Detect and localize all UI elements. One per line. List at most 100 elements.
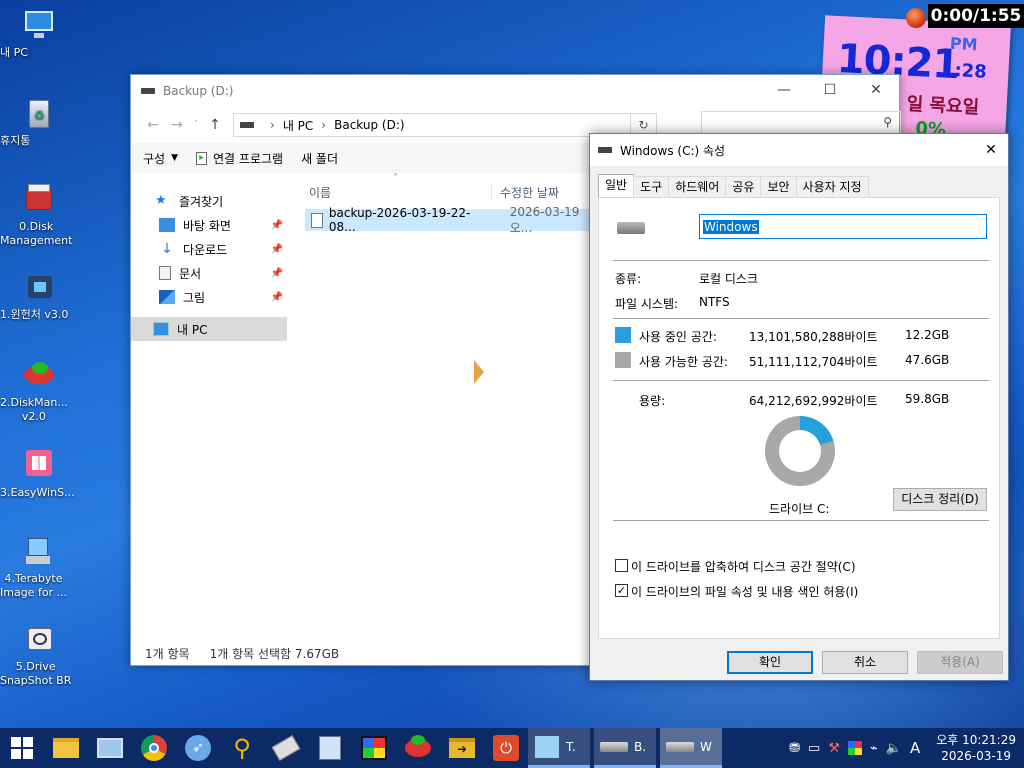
rocket-icon: ➶ [185,735,211,761]
divider [613,380,989,381]
compress-checkbox-label[interactable]: 이 드라이브를 압축하여 디스크 공간 절약(C) [631,558,856,575]
back-arrow-icon[interactable]: ← [141,117,165,133]
tab-tools[interactable]: 도구 [633,176,670,197]
compress-checkbox[interactable] [615,559,628,572]
column-header-date[interactable]: 수정한 날짜 [491,183,559,201]
taskbar-chrome[interactable] [132,728,176,768]
desktop-icon-drive-snapshot[interactable]: 5.Drive SnapShot BR [0,622,78,687]
pin-icon[interactable]: 📌 [271,220,283,231]
nav-item-pictures[interactable]: 그림 📌 [131,285,287,309]
dialog-titlebar[interactable]: Windows (C:) 속성 [590,134,1008,166]
breadcrumb-backup[interactable]: Backup (D:) [334,118,404,132]
open-with-button[interactable]: ▸ 연결 프로그램 [196,150,283,167]
drive-properties-dialog[interactable]: Windows (C:) 속성 ✕ 일반 도구 하드웨어 공유 보안 사용자 지… [589,133,1009,681]
taskbar-system-tool[interactable] [88,728,132,768]
desktop-icon-winhuncher[interactable]: 1.윈헌처 v3.0 [0,270,78,321]
minimize-button[interactable]: — [761,75,807,105]
desktop-icon-recycle-bin[interactable]: ♻ 휴지통 [0,96,78,147]
nav-item-desktop[interactable]: 바탕 화면 📌 [131,213,287,237]
breadcrumb-separator-icon: › [321,118,327,132]
tab-sharing[interactable]: 공유 [725,176,762,197]
taskbar-power[interactable]: ⏻ [484,728,528,768]
display-icon[interactable]: ▭ [808,741,820,756]
chevron-down-icon[interactable]: ˅ [189,120,203,130]
windows-logo-icon [22,448,56,482]
taskbar-search-tool[interactable]: ⚲ [220,728,264,768]
desktop-icon-easywins[interactable]: 3.EasyWinS... [0,448,78,499]
network-share-icon[interactable]: ⛃ [789,741,800,756]
paint-tray-icon[interactable] [847,741,862,755]
nav-quick-access[interactable]: ★ 즐겨찾기 [131,189,287,213]
explorer-titlebar[interactable]: Backup (D:) — ☐ ✕ [131,75,899,107]
breadcrumb-separator-icon: › [270,118,275,132]
clock-day: 일 목요일 [906,93,980,119]
tab-general[interactable]: 일반 [598,174,635,197]
volume-name-input[interactable]: Windows [699,214,987,239]
organize-label: 구성 [143,151,166,166]
nav-label: 바탕 화면 [183,218,231,233]
new-folder-button[interactable]: 새 폴더 [301,150,338,167]
tab-security[interactable]: 보안 [760,176,797,197]
nav-item-this-pc[interactable]: 내 PC [131,317,287,341]
clock-seconds: :28 [953,60,988,83]
forward-arrow-icon[interactable]: → [165,117,189,133]
apply-button[interactable]: 적용(A) [917,651,1003,674]
pin-icon[interactable]: 📌 [271,244,283,255]
taskbar-file-explorer[interactable] [44,728,88,768]
pin-icon[interactable]: 📌 [271,292,283,303]
taskbar-disk-tool[interactable] [264,728,308,768]
pin-icon[interactable]: 📌 [271,268,283,279]
window-title: Backup (D:) [163,84,234,98]
chrome-icon [141,735,167,761]
start-button[interactable] [0,728,44,768]
index-checkbox-label[interactable]: 이 드라이브의 파일 속성 및 내용 색인 허용(I) [631,583,858,600]
task-label: W [700,739,712,754]
capacity-label: 용량: [639,394,666,408]
taskbar-clock[interactable]: 오후 10:21:29 2026-03-19 [936,732,1016,764]
snapshot-icon [22,622,56,656]
file-row[interactable]: backup-2026-03-19-22-08... 2026-03-19 오.… [305,205,605,235]
taskbar-diskmanager[interactable] [396,728,440,768]
desktop-icon-disk-management[interactable]: 0.Disk Management [0,182,78,247]
maximize-button[interactable]: ☐ [807,75,853,105]
chevron-down-icon: ▼ [171,153,179,163]
taskbar-paint[interactable] [352,728,396,768]
close-button[interactable]: ✕ [853,75,899,105]
desktop-icon-this-pc[interactable]: 내 PC [0,8,78,59]
drive-icon [598,147,612,153]
tab-hardware[interactable]: 하드웨어 [668,176,727,197]
task-label: B. [634,739,647,754]
disk-cleanup-button[interactable]: 디스크 정리(D) [893,488,987,511]
taskbar-notepad[interactable] [308,728,352,768]
search-input[interactable]: ⚲ [701,111,901,135]
drive-task-icon [666,741,694,752]
desktop-icon-diskman[interactable]: 2.DiskMan... v2.0 [0,358,78,423]
breadcrumb-this-pc[interactable]: 내 PC [283,117,313,134]
cancel-button[interactable]: 취소 [822,651,908,674]
download-icon: ↓ [161,241,173,257]
taskbar-task-backup[interactable]: B. [594,728,656,768]
organize-button[interactable]: 구성 ▼ [143,150,178,167]
ok-button[interactable]: 확인 [727,651,813,674]
desktop-icon-label: 2.DiskMan... v2.0 [0,396,68,423]
desktop-icon-terabyte[interactable]: 4.Terabyte Image for ... [0,534,78,599]
taskbar-folder-arrow[interactable]: ➜ [440,728,484,768]
nav-item-documents[interactable]: 문서 📌 [131,261,287,285]
column-header-name[interactable]: 이름 [301,184,491,201]
close-button[interactable]: ✕ [974,134,1008,166]
item-count: 1개 항목 [145,646,190,661]
navigation-pane[interactable]: ★ 즐겨찾기 바탕 화면 📌 ↓ 다운로드 📌 문서 📌 그림 📌 내 PC [131,179,287,641]
volume-icon[interactable]: 🔈 [886,741,902,756]
nav-item-downloads[interactable]: ↓ 다운로드 📌 [131,237,287,261]
open-with-icon: ▸ [196,151,208,165]
tab-customize[interactable]: 사용자 지정 [795,176,869,197]
index-checkbox[interactable]: ✓ [615,584,628,597]
taskbar-task-terabyte[interactable]: T. [528,728,590,768]
disk-usage-donut-chart [765,416,835,486]
usb-icon[interactable]: ⌁ [870,741,878,756]
taskbar-task-windows[interactable]: W [660,728,722,768]
tool-tray-icon[interactable]: ⚒ [828,741,840,756]
up-arrow-icon[interactable]: ↑ [203,117,227,133]
ime-indicator[interactable]: A [910,739,920,757]
taskbar-rocket[interactable]: ➶ [176,728,220,768]
